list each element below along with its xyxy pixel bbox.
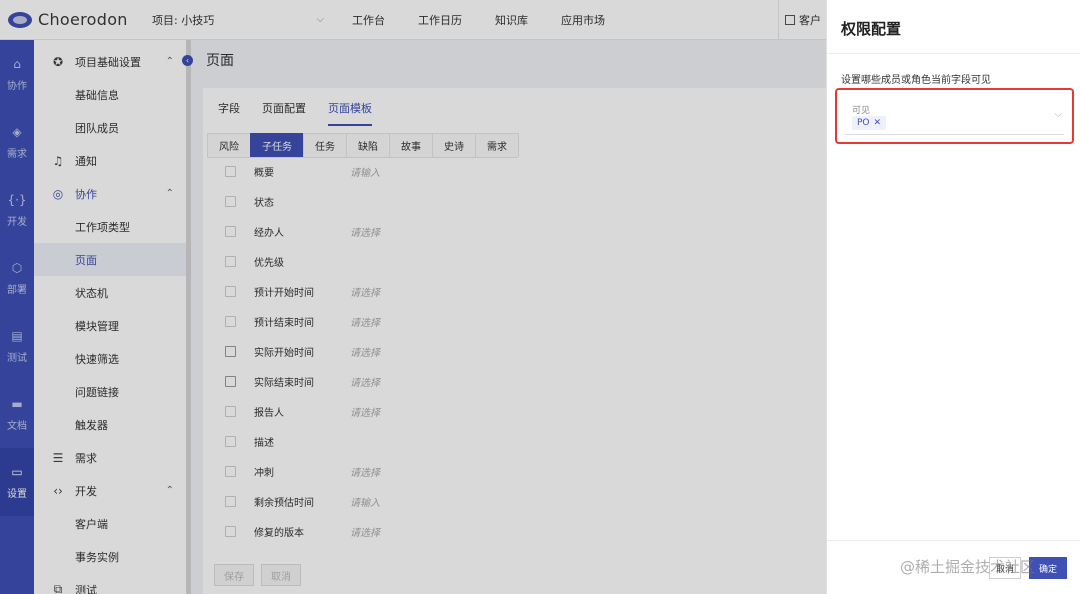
permission-drawer: 权限配置 设置哪些成员或角色当前字段可见 可见 PO ✕ ⌵ 取消 确定 [826, 0, 1080, 594]
close-icon[interactable]: ✕ [874, 118, 882, 128]
chevron-down-icon[interactable]: ⌵ [1054, 109, 1062, 120]
watermark: @稀土掘金技术社区 [900, 558, 1036, 576]
divider [827, 53, 1080, 54]
drawer-mask[interactable] [0, 0, 826, 594]
select-label: 可见 [852, 106, 871, 116]
drawer-description: 设置哪些成员或角色当前字段可见 [841, 75, 991, 86]
chip-label: PO [857, 118, 870, 128]
drawer-title: 权限配置 [841, 20, 902, 38]
visibility-select[interactable]: 可见 PO ✕ ⌵ [845, 97, 1064, 135]
selected-chip: PO ✕ [852, 116, 887, 130]
highlight-box: 可见 PO ✕ ⌵ [835, 88, 1074, 144]
